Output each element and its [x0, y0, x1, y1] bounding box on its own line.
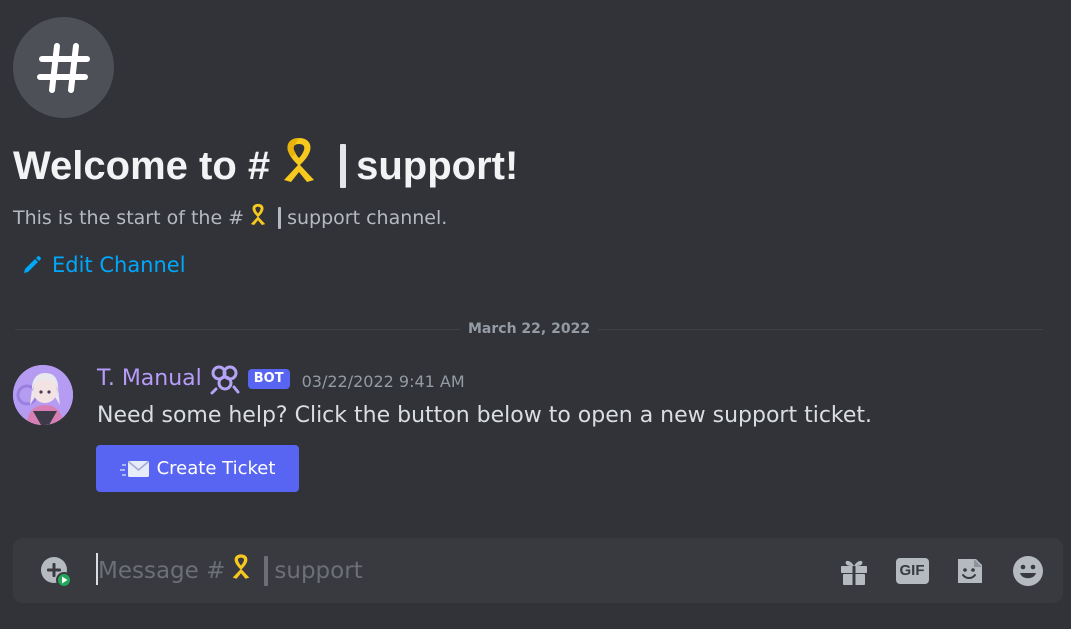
- welcome-suffix: support!: [356, 143, 519, 188]
- create-ticket-label: Create Ticket: [156, 458, 276, 479]
- message-content: Need some help? Click the button below t…: [97, 403, 873, 428]
- sticker-icon: [958, 559, 982, 583]
- date-divider: March 22, 2022: [460, 318, 599, 340]
- pencil-icon: [22, 255, 42, 275]
- pipe-separator: [278, 206, 282, 229]
- author-name[interactable]: T. Manual: [97, 364, 202, 394]
- sticker-button[interactable]: [952, 553, 988, 589]
- welcome-prefix: Welcome to #: [13, 143, 271, 188]
- pipe-separator: [264, 556, 269, 586]
- avatar[interactable]: [13, 365, 73, 425]
- start-prefix: This is the start of the #: [13, 206, 245, 229]
- yellow-ribbon-icon: [245, 202, 271, 233]
- edit-channel-link[interactable]: Edit Channel: [22, 250, 186, 280]
- emoji-button[interactable]: [1010, 553, 1046, 589]
- gif-icon: GIF: [895, 558, 929, 584]
- create-ticket-button[interactable]: Create Ticket: [96, 445, 299, 492]
- gift-icon: [841, 560, 867, 585]
- start-suffix: support channel.: [287, 206, 448, 229]
- edit-channel-label: Edit Channel: [52, 253, 186, 277]
- message-header: T. Manual BOT 03/22/2022 9:41 AM: [97, 363, 465, 395]
- channel-start-text: This is the start of the # support chann…: [13, 202, 447, 233]
- gift-button[interactable]: [836, 553, 872, 589]
- gif-button[interactable]: GIF: [894, 553, 930, 589]
- hashtag-icon: [13, 17, 114, 118]
- message-composer: Message # support GIF: [13, 538, 1063, 603]
- yellow-ribbon-icon: [226, 552, 256, 590]
- message-timestamp: 03/22/2022 9:41 AM: [301, 371, 465, 391]
- add-attachment-button[interactable]: [39, 555, 71, 587]
- bot-tag: BOT: [247, 369, 290, 389]
- pipe-separator: [340, 143, 347, 188]
- placeholder-suffix: support: [274, 558, 363, 584]
- add-attachment-icon: [41, 557, 71, 587]
- yellow-ribbon-icon: [272, 134, 326, 197]
- chat-view: Welcome to # support! This is the start …: [0, 0, 1071, 629]
- message-input[interactable]: Message # support: [98, 552, 363, 590]
- placeholder-prefix: Message #: [98, 558, 226, 584]
- pretzel-role-icon: [208, 363, 242, 395]
- composer-buttons: GIF: [814, 553, 1046, 589]
- envelope-icon: [119, 458, 150, 480]
- emoji-icon: [1013, 556, 1043, 586]
- welcome-heading: Welcome to # support!: [13, 134, 518, 197]
